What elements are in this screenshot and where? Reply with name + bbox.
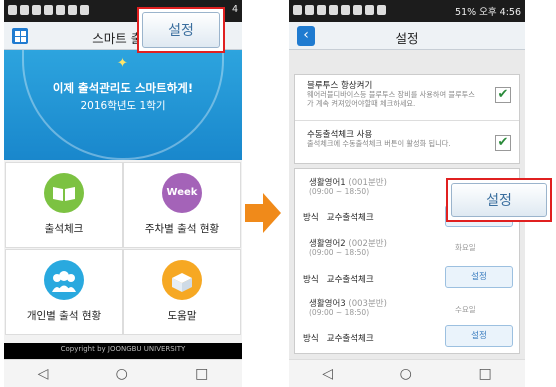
android-nav-bar: ◁ ○ □ [4,359,242,387]
bluetooth-checkbox[interactable]: ✔ [495,87,511,103]
class-time: (09:00 ~ 18:50) [309,187,370,196]
arrow-right-icon [245,193,281,233]
left-phone-screen: 4 스마트 출석 ✦ 이제 출석관리도 스마트하게! 2016학년도 1학기 출… [4,0,242,387]
status-right-text: 4 [231,4,238,15]
status-icons [293,5,386,15]
menu-label: 주차별 출석 현황 [144,223,220,235]
manual-check-desc: 출석체크에 수동출석체크 버튼이 활성화 됩니다. [307,139,451,148]
home-nav-icon[interactable]: ○ [400,366,412,382]
method-value: 교수출석체크 [326,213,374,223]
bluetooth-setting-desc: 웨어러블디바이스등 블루투스 장비를 사용하여 블루투스가 계속 켜져있어야할때… [307,90,475,108]
method-value: 교수출석체크 [326,275,374,285]
class-time: (09:00 ~ 18:50) [309,248,370,257]
class-setting-button[interactable]: 설정 [445,325,513,347]
menu-tile-weekly-status[interactable]: Week 주차별 출석 현황 [123,162,241,248]
week-calendar-icon: Week [162,173,202,213]
android-nav-bar: ◁ ○ □ [289,359,525,387]
help-box-icon [162,260,202,300]
method-label: 방식 [303,213,319,223]
settings-button-zoomed[interactable]: 설정 [451,183,547,217]
recent-apps-icon[interactable]: □ [478,366,491,382]
hero-semester: 2016학년도 1학기 [80,100,166,112]
recent-apps-icon[interactable]: □ [195,366,208,382]
people-icon [44,260,84,300]
method-row: 방식 교수출석체크 [303,273,374,285]
main-menu: 출석체크 Week 주차별 출석 현황 개인별 출석 현황 도움말 [4,160,242,343]
status-bar: 51% 오후 4:56 [289,0,525,22]
method-label: 방식 [303,275,319,285]
settings-panel: 블루투스 항상켜기 웨어러블디바이스등 블루투스 장비를 사용하여 블루투스가 … [294,74,520,164]
settings-callout-right: 설정 [446,178,552,222]
manual-check-checkbox[interactable]: ✔ [495,135,511,151]
class-setting-button[interactable]: 설정 [445,266,513,288]
back-nav-icon[interactable]: ◁ [322,366,333,382]
menu-label: 출석체크 [44,223,84,235]
menu-label: 개인별 출석 현황 [26,310,102,322]
home-nav-icon[interactable]: ○ [116,366,128,382]
status-right-text: 51% 오후 4:56 [455,7,521,18]
hero-banner: ✦ 이제 출석관리도 스마트하게! 2016학년도 1학기 [4,50,242,160]
menu-tile-individual-status[interactable]: 개인별 출석 현황 [5,249,123,335]
title-bar: ‹ 설정 [289,22,525,50]
menu-tile-attendance-check[interactable]: 출석체크 [5,162,123,248]
method-row: 방식 교수출석체크 [303,211,374,223]
class-day: 화요일 [455,243,476,252]
hero-slogan: 이제 출석관리도 스마트하게! [52,81,194,95]
settings-button-zoomed[interactable]: 설정 [142,12,220,48]
method-label: 방식 [303,334,319,344]
method-value: 교수출석체크 [326,334,374,344]
settings-callout-left: 설정 [137,7,225,53]
divider [295,120,519,121]
status-icons [8,5,89,15]
copyright-text: Copyright by JOONGBU UNIVERSITY [60,345,186,353]
method-row: 방식 교수출석체크 [303,332,374,344]
settings-title: 설정 [395,31,419,46]
lightbulb-icon: ✦ [117,56,128,71]
class-day: 수요일 [455,305,476,314]
menu-label: 도움말 [167,310,197,322]
class-time: (09:00 ~ 18:50) [309,308,370,317]
menu-tile-help[interactable]: 도움말 [123,249,241,335]
back-nav-icon[interactable]: ◁ [38,366,49,382]
book-icon [44,173,84,213]
